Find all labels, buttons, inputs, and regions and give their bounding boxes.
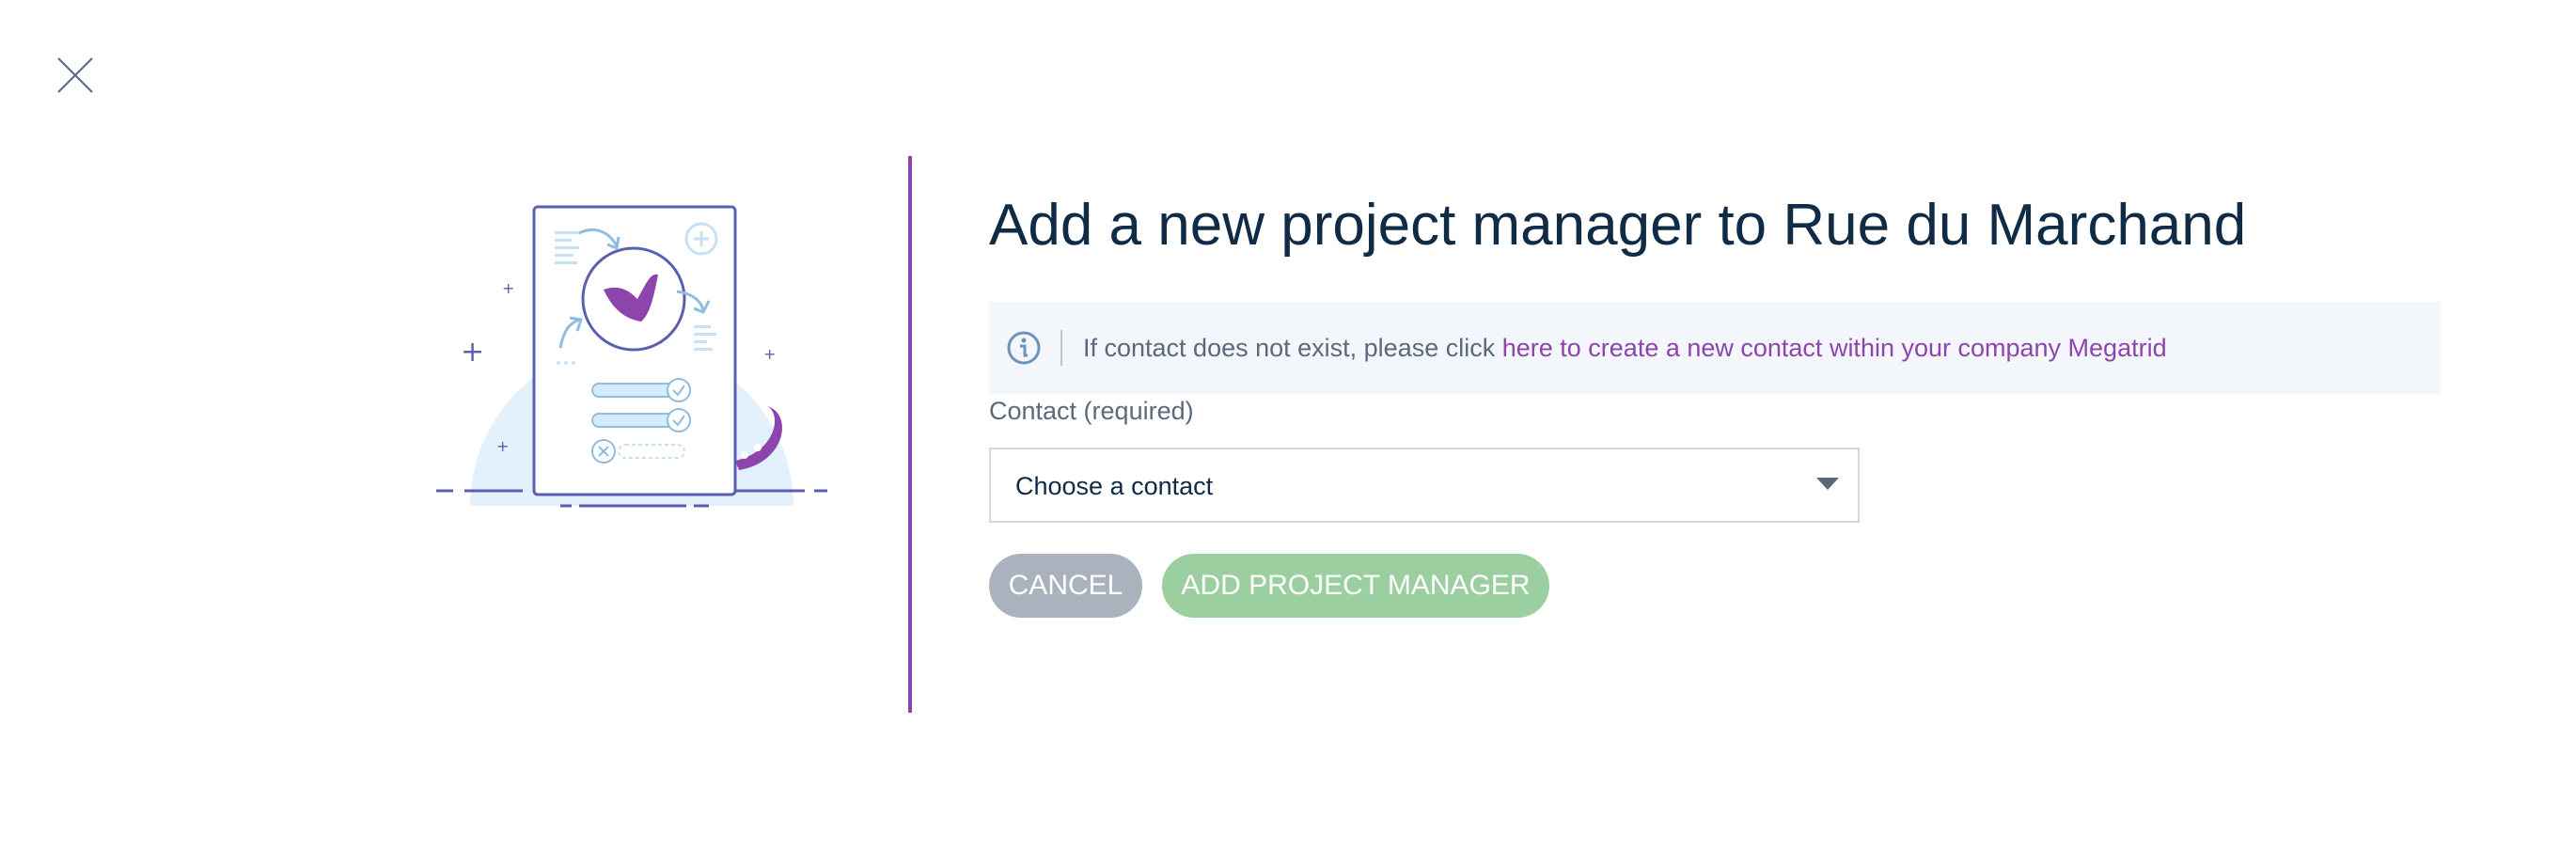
contact-select-value: Choose a contact xyxy=(1015,472,1214,500)
svg-text:+: + xyxy=(763,345,776,363)
contact-select[interactable]: Choose a contact xyxy=(989,448,1860,523)
dialog-title: Add a new project manager to Rue du Marc… xyxy=(989,193,2247,258)
add-project-manager-button[interactable]: ADD PROJECT MANAGER xyxy=(1162,554,1549,618)
svg-text:+: + xyxy=(461,336,484,369)
svg-text:+: + xyxy=(496,437,509,455)
info-separator xyxy=(1060,330,1062,366)
close-icon xyxy=(57,57,93,93)
vertical-divider xyxy=(908,156,912,713)
info-icon xyxy=(1007,331,1041,365)
info-message: If contact does not exist, please click … xyxy=(1083,302,2167,394)
create-contact-link[interactable]: here to create a new contact within your… xyxy=(1502,334,2167,362)
project-manager-illustration: + + + + xyxy=(429,188,842,527)
svg-text:+: + xyxy=(502,279,514,297)
info-text: If contact does not exist, please click xyxy=(1083,334,1502,362)
chevron-down-icon xyxy=(1816,478,1839,490)
contact-field-label: Contact (required) xyxy=(989,397,1194,425)
close-button[interactable] xyxy=(53,53,98,98)
info-banner: If contact does not exist, please click … xyxy=(989,302,2441,394)
cancel-button[interactable]: CANCEL xyxy=(989,554,1142,618)
